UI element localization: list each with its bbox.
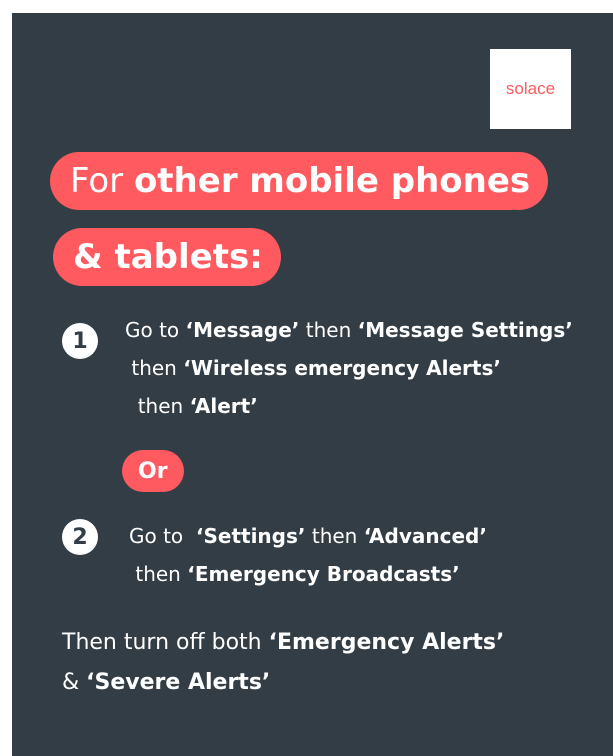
or-label: Or	[138, 458, 168, 484]
final-instruction: Then turn off both ‘Emergency Alerts’ & ‘…	[62, 623, 504, 703]
step-2-part: then	[129, 562, 188, 586]
heading-line-2: & tablets:	[53, 228, 281, 286]
step-2-bold: ‘Settings’	[195, 524, 306, 548]
logo-text: solace	[505, 79, 556, 98]
step-2-number: 2	[72, 524, 88, 550]
step-1-bold: ‘Message Settings’	[357, 318, 573, 342]
step-1-number: 1	[72, 328, 88, 354]
final-bold: ‘Emergency Alerts’	[268, 630, 505, 655]
final-part: &	[62, 670, 87, 695]
step-2-number-badge: 2	[62, 519, 98, 555]
step-1-text: Go to ‘Message’ then ‘Message Settings’ …	[125, 311, 595, 425]
step-1-part: then	[125, 356, 184, 380]
step-1-bold: ‘Wireless emergency Alerts’	[183, 356, 501, 380]
step-1-part: then	[125, 394, 190, 418]
heading-line-1: For other mobile phones	[50, 152, 549, 210]
step-1-part: Go to	[125, 318, 186, 342]
step-2-bold: ‘Advanced’	[363, 524, 487, 548]
step-2-text: Go to ‘Settings’ then ‘Advanced’ then ‘E…	[129, 517, 569, 593]
step-1-bold: ‘Message’	[185, 318, 300, 342]
step-2-bold: ‘Emergency Broadcasts’	[187, 562, 460, 586]
step-1-part: then	[299, 318, 358, 342]
instruction-card: solace For other mobile phones & tablets…	[12, 13, 613, 756]
step-1-number-badge: 1	[62, 323, 98, 359]
heading-bold: other mobile phones	[133, 161, 531, 201]
final-part: Then turn off both	[62, 630, 269, 655]
step-1-bold: ‘Alert’	[189, 394, 258, 418]
step-2-part: Go to	[129, 524, 196, 548]
solace-logo: solace	[490, 49, 571, 129]
final-bold: ‘Severe Alerts’	[86, 670, 271, 695]
heading-regular: For	[70, 161, 134, 201]
or-badge: Or	[122, 450, 184, 492]
step-2-part: then	[305, 524, 364, 548]
heading-bold-2: & tablets:	[73, 237, 263, 277]
